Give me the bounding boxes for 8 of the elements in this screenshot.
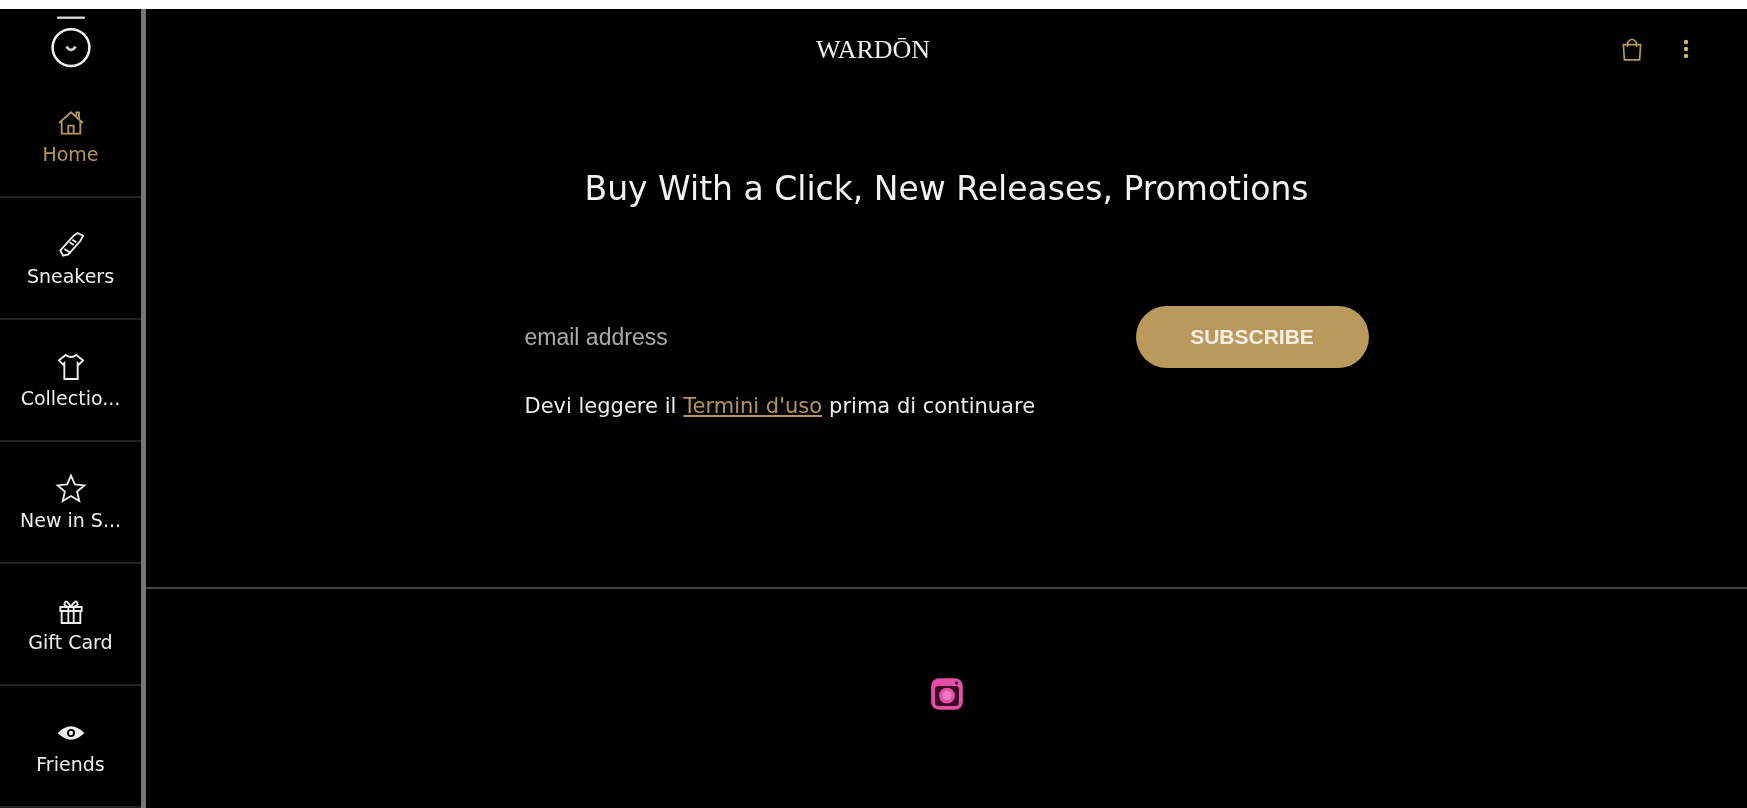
terms-notice-text: Devi leggere il <box>524 394 677 418</box>
more-menu-icon[interactable] <box>1683 39 1689 59</box>
headline: Buy With a Click, New Releases, Promotions <box>584 169 1309 208</box>
brand-logo[interactable]: WARDŌN <box>816 35 931 65</box>
terms-notice-text: prima di continuare <box>829 394 1036 418</box>
email-field[interactable]: email address <box>524 323 1085 351</box>
terms-link[interactable]: Termini d'uso <box>683 394 823 418</box>
star-icon <box>54 473 87 505</box>
